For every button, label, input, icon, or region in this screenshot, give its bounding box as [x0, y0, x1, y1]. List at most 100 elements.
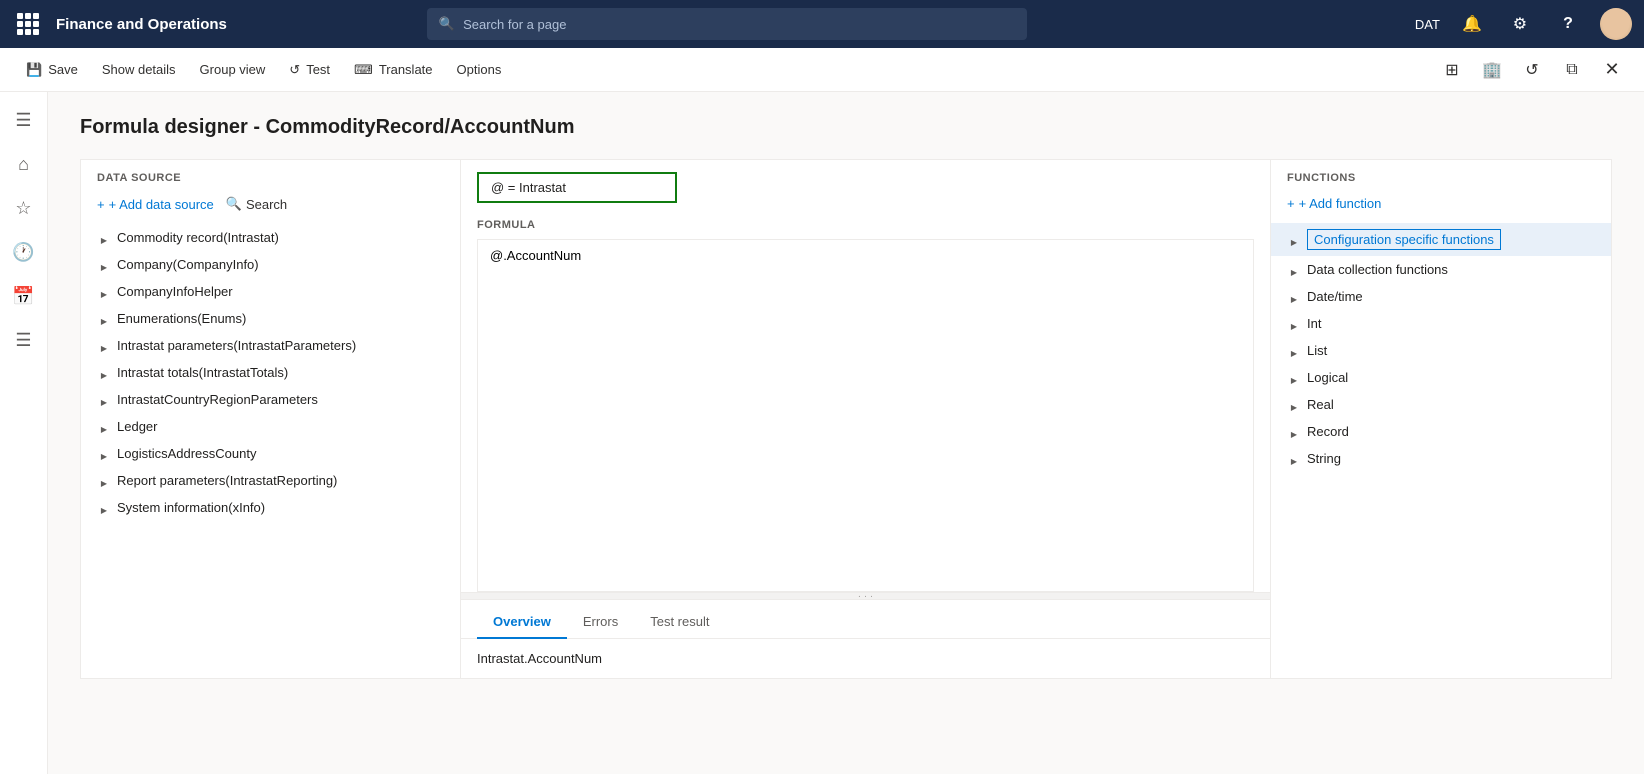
functions-header: FUNCTIONS — [1271, 160, 1611, 192]
chevron-right-icon — [97, 501, 111, 515]
chevron-right-icon — [1287, 263, 1301, 277]
chevron-right-icon — [1287, 344, 1301, 358]
formula-label: FORMULA — [461, 215, 1270, 239]
function-item-int[interactable]: Int — [1271, 310, 1611, 337]
grid-menu-button[interactable] — [12, 8, 44, 40]
panel-actions: + + Add data source 🔍 Search — [81, 192, 460, 224]
sidebar-item-workspaces[interactable]: 📅 — [4, 276, 44, 316]
chevron-right-icon — [97, 366, 111, 380]
side-nav: ☰ ⌂ ☆ 🕐 📅 ☰ — [0, 92, 48, 774]
avatar[interactable] — [1600, 8, 1632, 40]
chevron-right-icon — [1287, 425, 1301, 439]
refresh-icon-btn[interactable]: ↺ — [1516, 54, 1548, 86]
sidebar-item-menu[interactable]: ☰ — [4, 100, 44, 140]
list-item[interactable]: Intrastat parameters(IntrastatParameters… — [81, 332, 460, 359]
test-button[interactable]: ↺ Test — [279, 56, 340, 84]
test-icon: ↺ — [289, 62, 300, 78]
functions-panel-actions: + + Add function — [1271, 192, 1611, 223]
function-item-config[interactable]: Configuration specific functions — [1271, 223, 1611, 256]
list-item[interactable]: LogisticsAddressCounty — [81, 440, 460, 467]
app-title: Finance and Operations — [56, 16, 227, 33]
save-icon: 💾 — [26, 62, 42, 78]
list-item[interactable]: Ledger — [81, 413, 460, 440]
formula-input-row: @ = Intrastat — [461, 160, 1270, 215]
chevron-right-icon — [1287, 371, 1301, 385]
function-item-datacollection[interactable]: Data collection functions — [1271, 256, 1611, 283]
chevron-right-icon — [97, 258, 111, 272]
function-item-logical[interactable]: Logical — [1271, 364, 1611, 391]
tab-test-result[interactable]: Test result — [634, 608, 725, 639]
add-function-link[interactable]: + + Add function — [1287, 196, 1381, 211]
search-bar[interactable]: 🔍 Search for a page — [427, 8, 1027, 40]
add-datasource-link[interactable]: + + Add data source — [97, 197, 214, 212]
overview-value: Intrastat.AccountNum — [477, 651, 602, 666]
function-item-record[interactable]: Record — [1271, 418, 1611, 445]
search-datasource-icon: 🔍 — [226, 196, 242, 212]
middle-panel: @ = Intrastat FORMULA @.AccountNum · · ·… — [461, 160, 1271, 678]
sidebar-item-recent[interactable]: 🕐 — [4, 232, 44, 272]
main-layout: ☰ ⌂ ☆ 🕐 📅 ☰ Formula designer - Commodity… — [0, 92, 1644, 774]
open-icon-btn[interactable]: ⧉ — [1556, 54, 1588, 86]
left-panel: DATA SOURCE + + Add data source 🔍 Search… — [81, 160, 461, 678]
search-icon: 🔍 — [439, 16, 455, 32]
function-item-datetime[interactable]: Date/time — [1271, 283, 1611, 310]
env-label: DAT — [1415, 17, 1440, 32]
chevron-right-icon — [97, 339, 111, 353]
chevron-right-icon — [97, 312, 111, 326]
save-button[interactable]: 💾 Save — [16, 56, 88, 84]
settings-icon[interactable]: ⚙ — [1504, 8, 1536, 40]
sidebar-item-list[interactable]: ☰ — [4, 320, 44, 360]
show-details-button[interactable]: Show details — [92, 56, 186, 83]
chevron-right-icon — [97, 420, 111, 434]
sidebar-item-home[interactable]: ⌂ — [4, 144, 44, 184]
group-view-button[interactable]: Group view — [190, 56, 276, 83]
office-icon-btn[interactable]: 🏢 — [1476, 54, 1508, 86]
three-col-panel: DATA SOURCE + + Add data source 🔍 Search… — [80, 159, 1612, 679]
show-details-label: Show details — [102, 62, 176, 77]
chevron-right-icon — [1287, 398, 1301, 412]
formula-input[interactable]: @ = Intrastat — [477, 172, 677, 203]
top-nav-right: DAT 🔔 ⚙ ? — [1415, 8, 1632, 40]
list-item[interactable]: Report parameters(IntrastatReporting) — [81, 467, 460, 494]
chevron-right-icon — [1287, 233, 1301, 247]
search-datasource-link[interactable]: 🔍 Search — [226, 196, 287, 212]
tab-errors[interactable]: Errors — [567, 608, 634, 639]
close-icon-btn[interactable]: ✕ — [1596, 54, 1628, 86]
tab-overview[interactable]: Overview — [477, 608, 567, 639]
notification-icon[interactable]: 🔔 — [1456, 8, 1488, 40]
top-nav: Finance and Operations 🔍 Search for a pa… — [0, 0, 1644, 48]
list-item[interactable]: Commodity record(Intrastat) — [81, 224, 460, 251]
translate-icon: ⌨ — [354, 62, 373, 78]
resize-handle[interactable]: · · · — [461, 592, 1270, 600]
bookmark-icon-btn[interactable]: ⊞ — [1436, 54, 1468, 86]
list-item[interactable]: IntrastatCountryRegionParameters — [81, 386, 460, 413]
list-item[interactable]: Intrastat totals(IntrastatTotals) — [81, 359, 460, 386]
content-area: Formula designer - CommodityRecord/Accou… — [48, 92, 1644, 774]
list-item[interactable]: CompanyInfoHelper — [81, 278, 460, 305]
overview-content: Intrastat.AccountNum — [461, 639, 1270, 678]
grid-icon — [17, 13, 39, 35]
functions-list: Configuration specific functions Data co… — [1271, 223, 1611, 678]
function-item-string[interactable]: String — [1271, 445, 1611, 472]
datasource-header: DATA SOURCE — [81, 160, 460, 192]
formula-editor[interactable]: @.AccountNum — [477, 239, 1254, 592]
chevron-right-icon — [97, 447, 111, 461]
translate-button[interactable]: ⌨ Translate — [344, 56, 442, 84]
list-item[interactable]: System information(xInfo) — [81, 494, 460, 521]
list-item[interactable]: Enumerations(Enums) — [81, 305, 460, 332]
chevron-right-icon — [97, 285, 111, 299]
datasource-tree: Commodity record(Intrastat) Company(Comp… — [81, 224, 460, 678]
function-item-real[interactable]: Real — [1271, 391, 1611, 418]
group-view-label: Group view — [200, 62, 266, 77]
formula-tabs: Overview Errors Test result — [461, 600, 1270, 639]
function-item-list[interactable]: List — [1271, 337, 1611, 364]
page-title: Formula designer - CommodityRecord/Accou… — [80, 116, 1612, 139]
chevron-right-icon — [97, 474, 111, 488]
options-button[interactable]: Options — [447, 56, 512, 83]
help-icon[interactable]: ? — [1552, 8, 1584, 40]
chevron-right-icon — [97, 231, 111, 245]
sidebar-item-favorites[interactable]: ☆ — [4, 188, 44, 228]
list-item[interactable]: Company(CompanyInfo) — [81, 251, 460, 278]
chevron-right-icon — [97, 393, 111, 407]
add-icon: + — [97, 197, 105, 212]
